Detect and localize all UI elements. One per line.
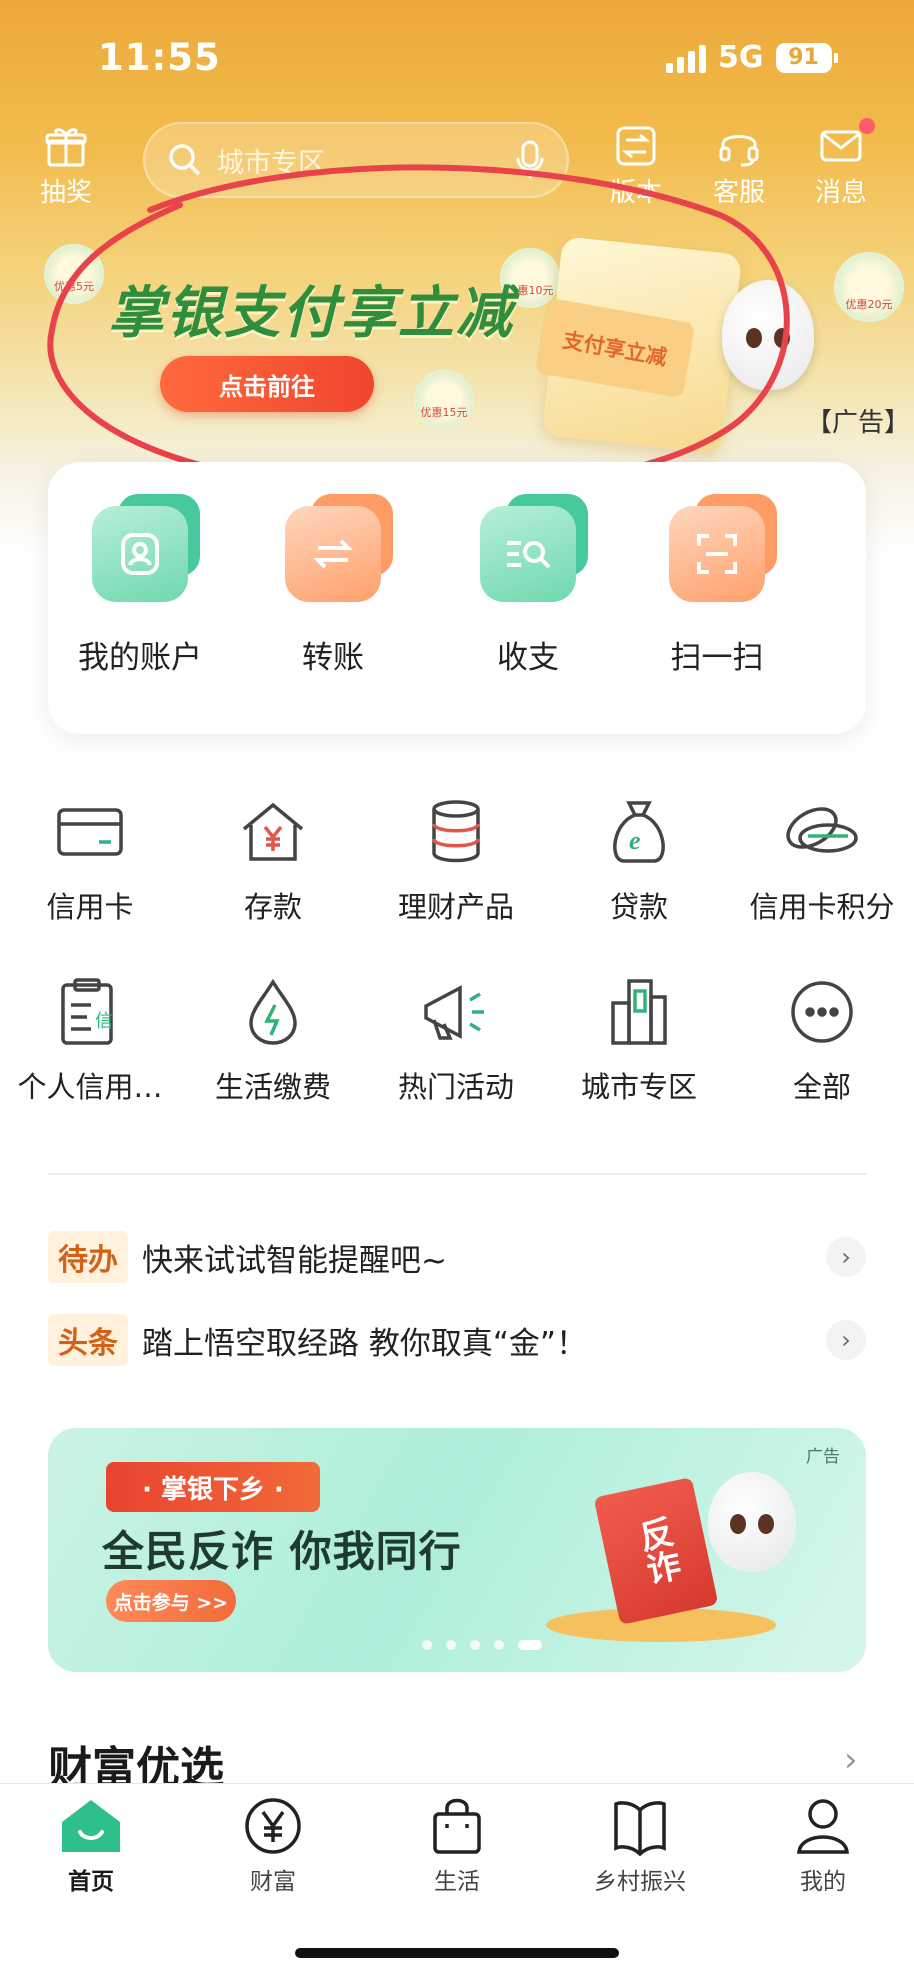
- service-label: 理财产品: [397, 890, 514, 924]
- service-card-points[interactable]: 信用卡积分: [732, 792, 912, 926]
- bag-icon: [433, 1798, 481, 1854]
- service-label: 城市专区: [580, 1070, 697, 1104]
- service-label: 信用卡: [46, 890, 134, 924]
- service-label: 生活缴费: [214, 1070, 331, 1104]
- notice-tag: 待办: [48, 1231, 128, 1283]
- more-icon: [791, 981, 853, 1043]
- quick-label: 我的账户: [78, 640, 202, 676]
- service-label: 全部: [792, 1070, 851, 1104]
- water-drop-icon: [249, 978, 297, 1045]
- clipboard-badge: 信: [95, 1011, 113, 1032]
- tab-home[interactable]: 首页: [16, 1796, 166, 1896]
- service-credit-card[interactable]: 信用卡: [0, 792, 180, 926]
- service-label: 个人信用…: [17, 1070, 163, 1104]
- service-city-zone[interactable]: 城市专区: [549, 972, 729, 1106]
- divider: [48, 1173, 866, 1175]
- house-yen-icon: [242, 802, 304, 861]
- service-label: 热门活动: [397, 1070, 514, 1104]
- promo-banner[interactable]: · 掌银下乡 · 全民反诈 你我同行 点击参与 >> 广告 反诈: [48, 1428, 866, 1672]
- points-icon: [786, 807, 858, 853]
- quick-scan[interactable]: 扫一扫: [632, 494, 802, 677]
- quick-label: 扫一扫: [670, 640, 764, 676]
- tab-label: 我的: [800, 1869, 846, 1895]
- tab-life[interactable]: 生活: [382, 1796, 532, 1896]
- user-icon: [92, 494, 200, 602]
- tab-wealth[interactable]: 财富: [198, 1796, 348, 1896]
- quick-transfer[interactable]: 转账: [248, 494, 418, 677]
- service-hot-events[interactable]: 热门活动: [366, 972, 546, 1106]
- yen-icon: [245, 1798, 301, 1854]
- service-personal-credit[interactable]: 信 个人信用…: [0, 972, 180, 1106]
- quick-income-expense[interactable]: 收支: [443, 494, 613, 677]
- tab-label: 生活: [434, 1869, 480, 1895]
- notice-headline[interactable]: 头条 踏上悟空取经路 教你取真“金”！ ›: [48, 1313, 866, 1367]
- megaphone-icon: [424, 985, 484, 1040]
- service-label: 贷款: [609, 890, 668, 924]
- service-label: 存款: [243, 890, 302, 924]
- search-list-icon: [480, 494, 588, 602]
- scan-icon: [669, 494, 777, 602]
- promo-title: 全民反诈 你我同行: [102, 1527, 462, 1576]
- person-icon: [797, 1799, 849, 1854]
- mascot-illustration: [708, 1472, 796, 1572]
- promo-join-button[interactable]: 点击参与 >>: [106, 1580, 236, 1622]
- service-all[interactable]: 全部: [732, 972, 912, 1106]
- quick-my-account[interactable]: 我的账户: [55, 494, 225, 677]
- tab-label: 乡村振兴: [594, 1869, 686, 1895]
- promo-ad-tag: 广告: [806, 1447, 840, 1467]
- buildings-icon: [611, 979, 667, 1045]
- chevron-right-icon: ›: [826, 1237, 866, 1277]
- svg-text:e: e: [629, 826, 641, 855]
- book-icon: [614, 1801, 666, 1856]
- chevron-right-icon[interactable]: ›: [844, 1740, 858, 1780]
- chevron-right-icon: ›: [826, 1320, 866, 1360]
- service-loan[interactable]: e 贷款: [549, 792, 729, 926]
- service-deposit[interactable]: 存款: [183, 792, 363, 926]
- quick-label: 收支: [497, 640, 559, 676]
- clipboard-icon: 信: [61, 978, 113, 1045]
- money-bag-icon: e: [613, 801, 665, 863]
- tab-label: 首页: [68, 1869, 114, 1895]
- service-utility-payment[interactable]: 生活缴费: [183, 972, 363, 1106]
- transfer-icon: [285, 494, 393, 602]
- notice-tag: 头条: [48, 1314, 128, 1366]
- quick-label: 转账: [302, 640, 364, 676]
- tab-mine[interactable]: 我的: [748, 1796, 898, 1896]
- promo-ribbon: · 掌银下乡 ·: [106, 1462, 320, 1512]
- service-wealth-products[interactable]: 理财产品: [366, 792, 546, 926]
- tab-label: 财富: [250, 1869, 296, 1895]
- home-icon: [62, 1800, 120, 1852]
- home-indicator[interactable]: [295, 1948, 619, 1958]
- notice-text: 快来试试智能提醒吧~: [142, 1242, 447, 1279]
- card-icon: [57, 808, 123, 856]
- quick-actions-panel: 我的账户 转账 收支 扫一扫: [48, 462, 866, 734]
- notice-todo[interactable]: 待办 快来试试智能提醒吧~ ›: [48, 1230, 866, 1284]
- coin-stack-icon: [432, 800, 480, 863]
- anti-fraud-book-illustration: 反诈: [593, 1477, 719, 1625]
- carousel-indicator: [422, 1640, 542, 1650]
- service-label: 信用卡积分: [749, 890, 895, 924]
- book-text: 反诈: [630, 1513, 684, 1589]
- notice-text: 踏上悟空取经路 教你取真“金”！: [142, 1325, 587, 1362]
- tab-rural-revitalization[interactable]: 乡村振兴: [565, 1796, 715, 1896]
